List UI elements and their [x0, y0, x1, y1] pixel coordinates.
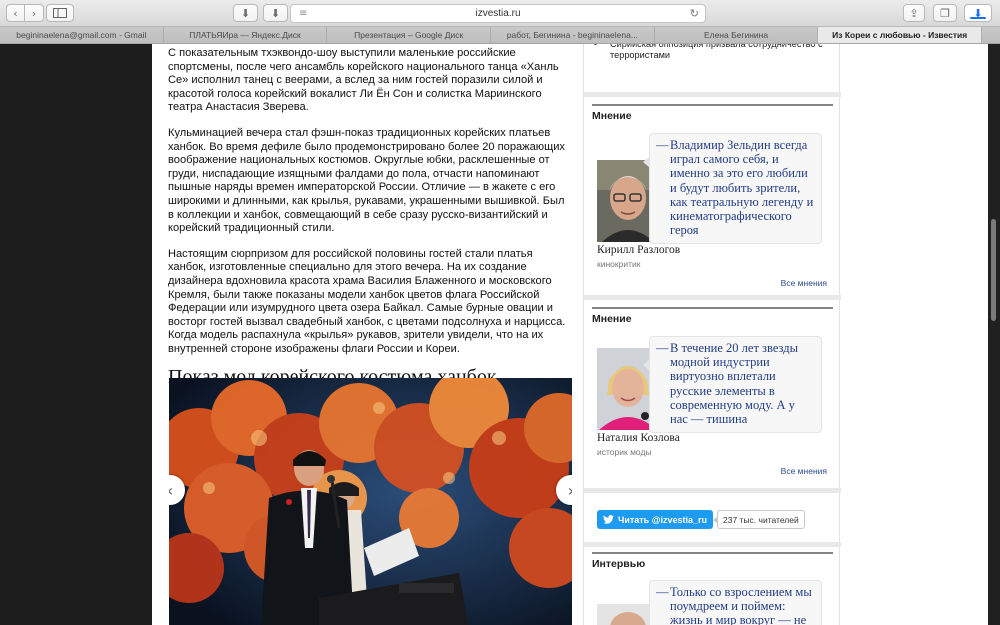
- author-role: кинокритик: [597, 259, 641, 269]
- photo-gallery[interactable]: ‹ ›: [169, 378, 572, 625]
- url-text: izvestia.ru: [475, 8, 521, 19]
- share-icon: ⇪: [909, 6, 919, 20]
- block-divider: [584, 542, 841, 547]
- quote-dash: —: [656, 585, 669, 599]
- article-paragraph: Кульминацией вечера стал фэшн-показ трад…: [168, 126, 565, 235]
- chevron-right-icon: ›: [31, 6, 37, 20]
- twitter-follow: Читать @izvestia_ru 237 тыс. читателей: [597, 510, 805, 529]
- quote-dash: —: [656, 138, 669, 152]
- tab-yandex-disk[interactable]: ПЛАТЬЯИра — Яндекс.Диск: [163, 27, 328, 43]
- twitter-follow-button[interactable]: Читать @izvestia_ru: [597, 510, 714, 529]
- extension-download-button-2[interactable]: ⬇: [263, 4, 288, 22]
- news-item-text: Сирийская оппозиция призвала сотрудничес…: [610, 44, 823, 60]
- article-paragraph: С показательным тхэквондо-шоу выступили …: [168, 47, 559, 114]
- tabs-icon: ❐: [940, 6, 950, 20]
- all-opinions-link[interactable]: Все мнения: [781, 278, 827, 288]
- author-name[interactable]: Наталия Козлова: [597, 432, 680, 444]
- twitter-bird-icon: [603, 515, 614, 524]
- right-sidebar: • Сирийская оппозиция призвала сотруднич…: [583, 44, 841, 625]
- interview-quote[interactable]: — Только со взрослением мы поумдреем и п…: [643, 580, 822, 625]
- author-name[interactable]: Кирилл Разлогов: [597, 244, 680, 256]
- download-arrow-icon: ⬇: [270, 6, 281, 20]
- tab-google-drive[interactable]: Презентация – Google Диск: [327, 27, 492, 43]
- scrollbar-thumb[interactable]: [991, 219, 996, 321]
- back-button[interactable]: ‹: [6, 4, 25, 22]
- tabs-overview-button[interactable]: ❐: [933, 4, 957, 22]
- web-page: С показательным тхэквондо-шоу выступили …: [152, 44, 988, 625]
- page-scrollbar[interactable]: [988, 44, 1000, 625]
- chevron-right-icon: ›: [568, 481, 572, 500]
- sidebar-toggle-button[interactable]: [46, 4, 74, 22]
- bullet-icon: •: [594, 44, 598, 49]
- tab-elena[interactable]: Елена Бегинина: [654, 27, 819, 43]
- chevron-left-icon: ‹: [13, 6, 18, 20]
- opinion-quote[interactable]: — Владимир Зельдин всегда играл самого с…: [643, 133, 822, 245]
- download-progress: [970, 17, 986, 19]
- news-item[interactable]: • Сирийская оппозиция призвала сотруднич…: [594, 44, 834, 61]
- forward-button[interactable]: ›: [25, 4, 44, 22]
- twitter-follower-count[interactable]: 237 тыс. читателей: [713, 510, 805, 529]
- chevron-left-icon: ‹: [169, 481, 173, 500]
- article-body: С показательным тхэквондо-шоу выступили …: [168, 44, 572, 392]
- opinion-header: Мнение: [592, 307, 833, 325]
- opinion-quote[interactable]: — В течение 20 лет звезды модной индустр…: [643, 336, 822, 434]
- gallery-photo: [169, 378, 572, 625]
- history-buttons: ‹ ›: [6, 4, 44, 22]
- browser-toolbar: ‹ › ⬇ ⬇ ≡ izvestia.ru ↻ ⇪ ❐ ⬇: [0, 0, 1000, 27]
- interview-quote-text: Только со взрослением мы поумдреем и пой…: [670, 585, 812, 625]
- download-arrow-icon: ⬇: [240, 6, 251, 20]
- opinion-quote-text: В течение 20 лет звезды модной индустрии…: [670, 341, 798, 427]
- share-button[interactable]: ⇪: [903, 4, 925, 22]
- extension-download-button-1[interactable]: ⬇: [233, 4, 258, 22]
- twitter-follow-label: Читать @izvestia_ru: [618, 514, 708, 525]
- block-divider: [584, 92, 841, 97]
- author-role: историк моды: [597, 447, 652, 457]
- tab-gmail[interactable]: begininaelena@gmail.com - Gmail: [0, 27, 164, 43]
- block-divider: [584, 295, 841, 300]
- reload-icon[interactable]: ↻: [690, 7, 699, 20]
- sidebar-icon: [53, 8, 67, 18]
- tab-izvestia[interactable]: Из Кореи с любовью - Известия: [818, 27, 983, 43]
- new-tab-button[interactable]: [982, 27, 1000, 43]
- opinion-quote-text: Владимир Зельдин всегда играл самого себ…: [670, 138, 814, 238]
- tab-bar: begininaelena@gmail.com - Gmail ПЛАТЬЯИр…: [0, 27, 1000, 44]
- tab-work[interactable]: работ, Бегинина - begininaelena...: [491, 27, 655, 43]
- opinion-header: Мнение: [592, 104, 833, 122]
- address-bar[interactable]: ≡ izvestia.ru ↻: [290, 4, 706, 23]
- interview-header: Интервью: [592, 552, 833, 570]
- article-paragraph: Настоящим сюрпризом для российской полов…: [168, 247, 566, 355]
- block-divider: [584, 488, 841, 493]
- downloads-button[interactable]: ⬇: [964, 4, 992, 22]
- quote-dash: —: [656, 341, 669, 355]
- all-opinions-link[interactable]: Все мнения: [781, 466, 827, 476]
